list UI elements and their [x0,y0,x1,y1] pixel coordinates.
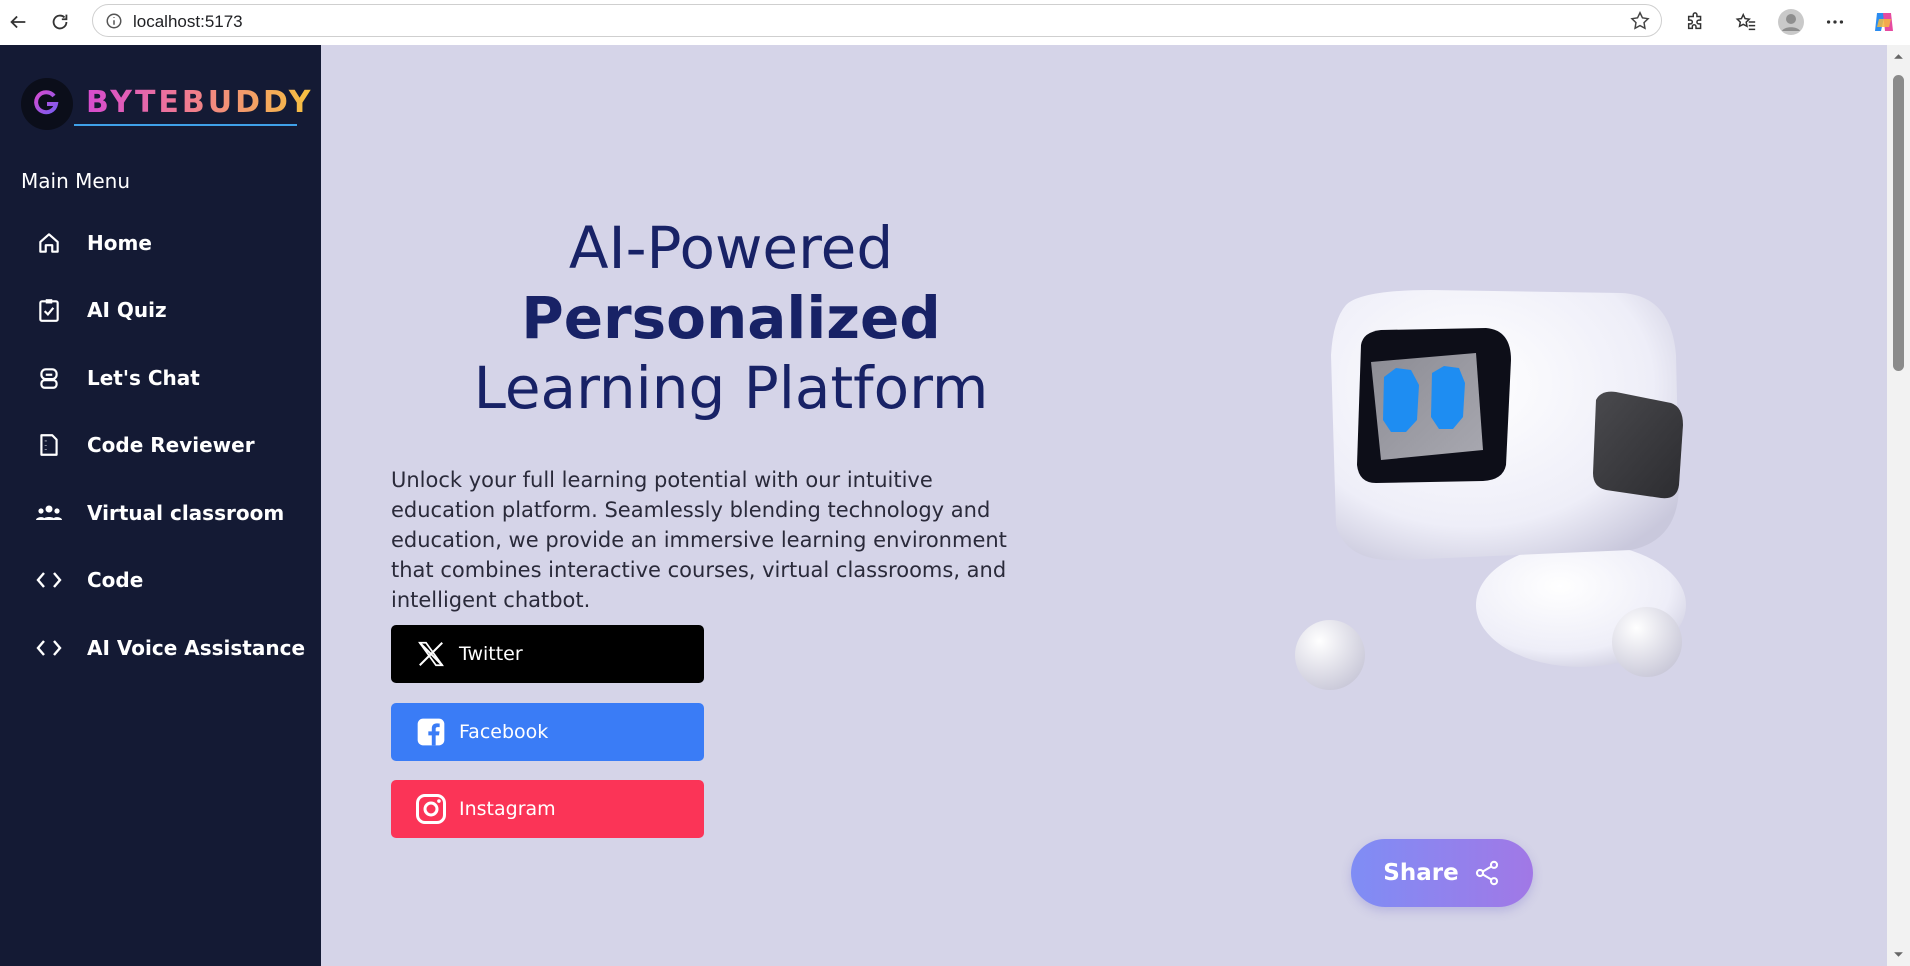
profile-button[interactable] [1778,9,1804,35]
twitter-label: Twitter [459,643,523,665]
sidebar-item-code-reviewer[interactable]: Code Reviewer [21,421,311,469]
document-icon [21,432,77,458]
code-icon [21,636,77,660]
brand-name: BYTEBUDDY [86,85,314,120]
sidebar-item-label: Home [87,231,152,255]
hero-title-line1: AI-Powered [568,214,894,282]
instagram-logo-icon [411,791,451,827]
instagram-button[interactable]: Instagram [391,780,704,838]
back-button[interactable] [4,8,32,36]
share-button[interactable]: Share [1351,839,1533,907]
clipboard-check-icon [21,297,77,323]
share-icon [1475,860,1498,886]
favorites-button[interactable] [1733,9,1759,35]
instagram-label: Instagram [459,798,556,820]
url-text: localhost:5173 [133,12,243,31]
scroll-up-arrow-icon [1894,54,1903,59]
page-scrollbar[interactable] [1887,45,1910,966]
avatar-icon [1778,9,1804,35]
sidebar-item-virtual-classroom[interactable]: Virtual classroom [21,489,311,537]
favorite-star-icon[interactable] [1629,10,1651,32]
hero-description: Unlock your full learning potential with… [391,468,1007,612]
facebook-logo-icon [411,716,451,748]
main-content: AI-Powered Personalized Learning Platfor… [321,45,1887,966]
scroll-down-arrow-icon [1894,952,1903,957]
twitter-button[interactable]: Twitter [391,625,704,683]
browser-toolbar: localhost:5173 [0,0,1910,46]
sidebar-item-label: Virtual classroom [87,501,285,525]
sidebar-item-ai-quiz[interactable]: AI Quiz [21,286,311,334]
x-logo-icon [411,639,451,669]
home-icon [21,230,77,256]
extensions-button[interactable] [1683,9,1709,35]
hero-title: AI-Powered Personalized Learning Platfor… [321,213,1141,423]
info-icon [106,13,122,29]
address-bar[interactable]: localhost:5173 [92,4,1662,37]
copilot-button[interactable] [1871,9,1897,35]
robot-illustration [1295,290,1686,690]
logo-icon [34,90,59,115]
sidebar-item-label: AI Quiz [87,298,167,322]
more-menu-button[interactable] [1822,9,1848,35]
brand-underline [74,124,297,126]
sidebar-item-lets-chat[interactable]: Let's Chat [21,354,311,402]
logo[interactable] [21,78,73,130]
code-icon [21,568,77,592]
facebook-label: Facebook [459,721,549,743]
sidebar-item-code[interactable]: Code [21,556,311,604]
puzzle-icon [1687,12,1702,30]
sidebar-item-label: AI Voice Assistance [87,636,306,660]
share-label: Share [1383,860,1459,886]
sidebar-item-label: Code [87,568,144,592]
sidebar-item-home[interactable]: Home [21,219,311,267]
scroll-thumb[interactable] [1893,75,1904,371]
hero-title-line3: Learning Platform [473,354,989,422]
users-icon [21,500,77,526]
ellipsis-icon [1826,20,1844,24]
sidebar-item-ai-voice-assistance[interactable]: AI Voice Assistance [21,624,311,672]
sidebar-item-label: Code Reviewer [87,433,255,457]
facebook-button[interactable]: Facebook [391,703,704,761]
sidebar: BYTEBUDDY Main Menu Home AI Quiz Let's C… [0,45,321,966]
reload-button[interactable] [46,8,74,36]
sidebar-item-label: Let's Chat [87,366,200,390]
back-arrow-icon [10,15,26,29]
copilot-icon [1875,13,1893,31]
menu-title: Main Menu [21,169,131,193]
favorites-list-icon [1735,12,1756,31]
robot-icon [21,365,77,391]
hero-title-line2: Personalized [521,284,941,352]
reload-icon [52,14,68,30]
